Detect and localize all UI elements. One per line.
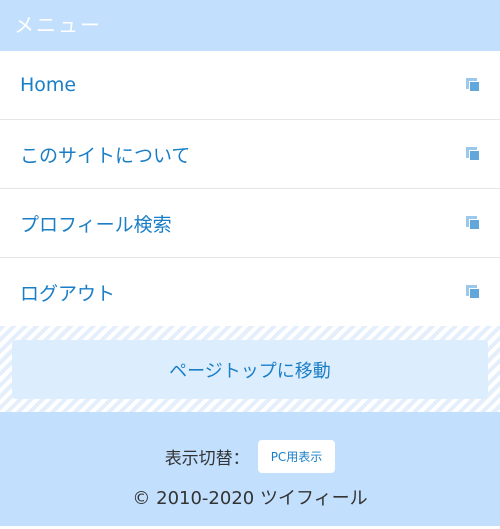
window-icon: [466, 216, 480, 230]
menu-item-about[interactable]: このサイトについて: [0, 120, 500, 189]
pagetop-area: ページトップに移動: [0, 326, 500, 412]
menu-item-profile-search[interactable]: プロフィール検索: [0, 189, 500, 258]
display-switch-label: 表示切替：: [164, 449, 250, 469]
menu-item-label: このサイトについて: [20, 144, 191, 167]
window-icon: [466, 147, 480, 161]
menu-item-home[interactable]: Home: [0, 51, 500, 120]
menu-list: Home このサイトについて プロフィール検索 ログアウト: [0, 51, 500, 326]
footer: 表示切替： PC用表示 © 2010-2020 ツイフィール: [0, 412, 500, 526]
menu-title: メニュー: [14, 13, 102, 37]
display-switch-row: 表示切替： PC用表示: [0, 412, 500, 474]
menu-item-logout[interactable]: ログアウト: [0, 258, 500, 326]
menu-item-label: プロフィール検索: [20, 213, 172, 236]
menu-item-label: ログアウト: [20, 282, 116, 305]
page-top-button[interactable]: ページトップに移動: [12, 340, 488, 399]
pc-view-button[interactable]: PC用表示: [257, 440, 336, 473]
window-icon: [466, 285, 480, 299]
copyright: © 2010-2020 ツイフィール: [132, 488, 368, 509]
window-icon: [466, 78, 480, 92]
page-top-label: ページトップに移動: [169, 360, 331, 382]
menu-item-label: Home: [20, 74, 77, 96]
menu-header: メニュー: [0, 0, 500, 51]
